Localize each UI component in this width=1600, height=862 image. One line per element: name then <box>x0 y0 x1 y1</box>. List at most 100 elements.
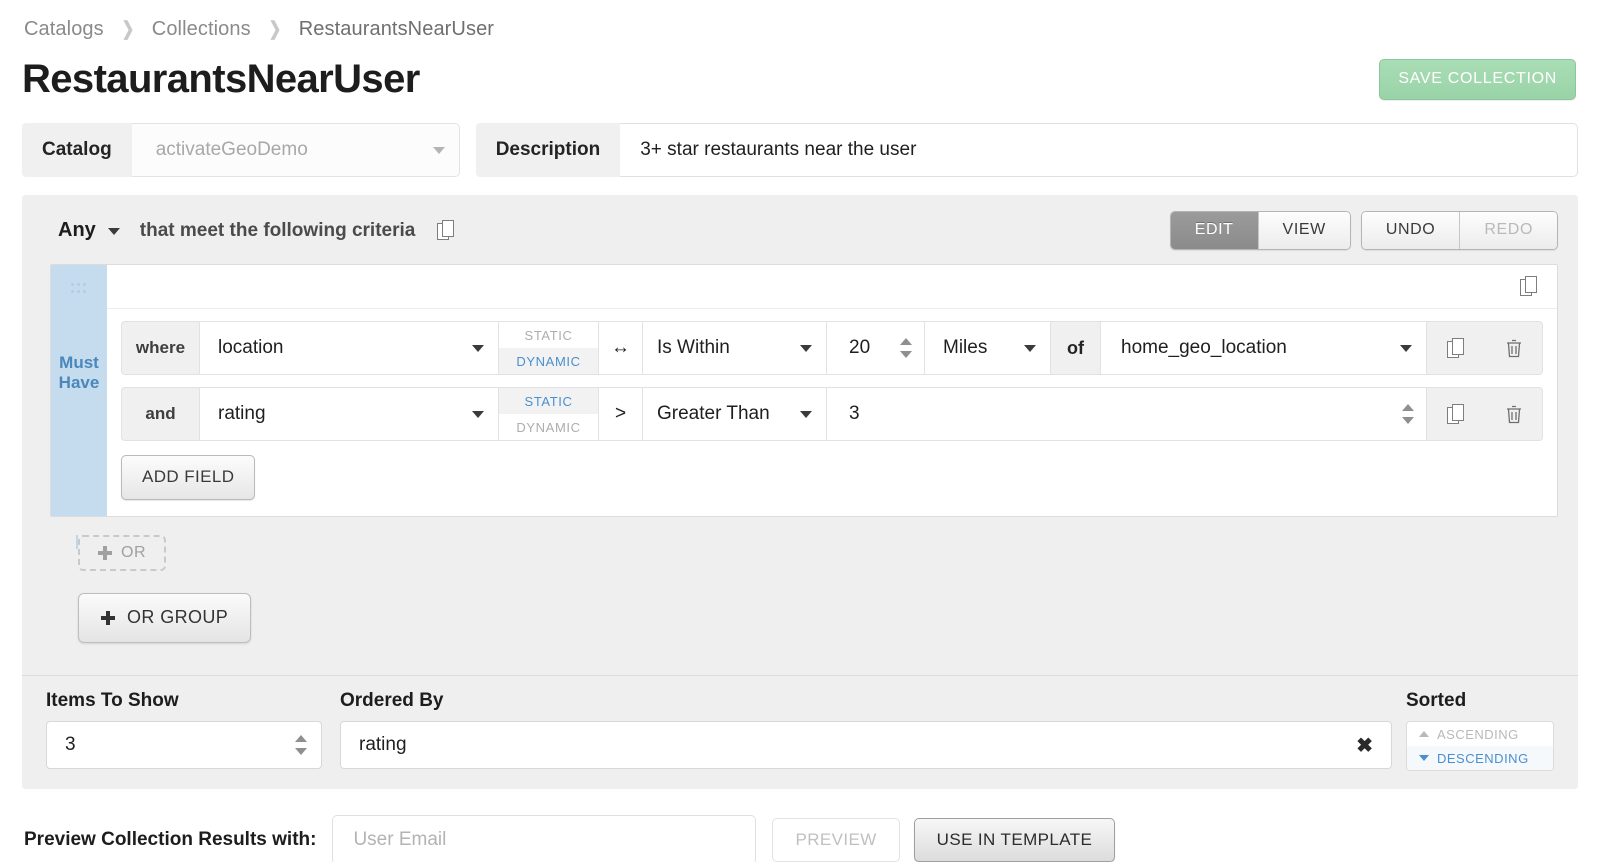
chevron-down-icon <box>472 344 484 352</box>
distance-number-input[interactable]: 20 <box>827 321 925 375</box>
sort-descending-option[interactable]: DESCENDING <box>1407 746 1553 770</box>
description-group: Description <box>475 123 1578 177</box>
must-have-label: Must Have <box>58 353 100 392</box>
condition-conjunction: where <box>121 321 199 375</box>
group-topbar <box>107 265 1557 309</box>
condition-field-value: location <box>218 337 284 358</box>
view-mode-button[interactable]: VIEW <box>1257 212 1350 249</box>
condition-operator-select[interactable]: Greater Than <box>643 387 827 441</box>
distance-unit-value: Miles <box>943 337 988 358</box>
user-email-input[interactable] <box>332 815 757 862</box>
chevron-down-icon[interactable] <box>107 228 120 235</box>
condition-row-actions <box>1427 321 1543 375</box>
ordered-by-input[interactable]: rating ✖ <box>340 721 1392 769</box>
plus-icon <box>101 610 115 625</box>
duplicate-group-icon[interactable] <box>1520 276 1539 297</box>
catalog-selected-value: activateGeoDemo <box>155 139 308 160</box>
sorted-group: Sorted ASCENDING DESCENDING <box>1406 690 1556 771</box>
triangle-down-icon <box>1419 755 1429 761</box>
number-stepper[interactable] <box>900 338 912 358</box>
dynamic-option[interactable]: DYNAMIC <box>499 414 598 440</box>
items-to-show-label: Items To Show <box>46 690 179 711</box>
add-or-condition-button[interactable]: OR <box>78 535 166 571</box>
rating-number-input[interactable]: 3 <box>827 387 1427 441</box>
condition-field-select[interactable]: location <box>199 321 499 375</box>
edit-mode-button[interactable]: EDIT <box>1170 212 1258 249</box>
ordered-by-value: rating <box>359 734 407 755</box>
sort-direction-toggle: ASCENDING DESCENDING <box>1406 721 1554 771</box>
undo-button[interactable]: UNDO <box>1361 212 1460 249</box>
condition-field-select[interactable]: rating <box>199 387 499 441</box>
sort-ascending-option[interactable]: ASCENDING <box>1407 722 1553 746</box>
metadata-bar: Catalog activateGeoDemo Description <box>22 123 1578 177</box>
duplicate-query-icon[interactable] <box>437 220 456 241</box>
or-connector-line <box>76 535 78 549</box>
builder-toolbar: EDIT VIEW UNDO REDO <box>1169 211 1558 250</box>
chevron-right-icon: ❯ <box>268 19 282 40</box>
condition-target-select[interactable]: home_geo_location <box>1101 321 1427 375</box>
sorted-label: Sorted <box>1406 690 1467 711</box>
edit-view-toggle: EDIT VIEW <box>1169 211 1351 250</box>
ordered-by-group: Ordered By rating ✖ <box>340 690 1392 769</box>
triangle-up-icon <box>1419 731 1429 737</box>
or-label: OR <box>121 544 146 561</box>
condition-field-value: rating <box>218 403 266 424</box>
chevron-down-icon <box>1024 344 1036 352</box>
catalog-select[interactable]: activateGeoDemo <box>131 123 460 177</box>
condition-row: and rating STATIC DYNAMIC > Greater Than <box>121 387 1543 441</box>
group-body: where location STATIC DYNAMIC ↔ Is Withi… <box>107 265 1557 516</box>
delete-condition-icon[interactable] <box>1505 338 1523 359</box>
static-dynamic-toggle: STATIC DYNAMIC <box>499 321 599 375</box>
save-collection-button[interactable]: SAVE COLLECTION <box>1379 58 1576 100</box>
distance-unit-select[interactable]: Miles <box>925 321 1051 375</box>
chevron-right-icon: ❯ <box>121 19 135 40</box>
of-label: of <box>1051 321 1101 375</box>
query-builder-panel: Any that meet the following criteria EDI… <box>22 195 1578 789</box>
match-mode-row: Any that meet the following criteria <box>58 219 456 242</box>
breadcrumb-item-collections[interactable]: Collections <box>152 18 251 41</box>
description-label: Description <box>475 123 621 177</box>
ordered-by-label: Ordered By <box>340 690 444 711</box>
items-to-show-group: Items To Show 3 <box>46 690 322 769</box>
items-to-show-input[interactable]: 3 <box>46 721 322 769</box>
catalog-label: Catalog <box>22 123 132 177</box>
items-stepper[interactable] <box>295 735 307 755</box>
drag-handle-icon[interactable] <box>71 283 87 294</box>
add-field-button[interactable]: ADD FIELD <box>121 455 256 500</box>
breadcrumb-item-current: RestaurantsNearUser <box>298 18 495 40</box>
history-toggle: UNDO REDO <box>1360 211 1558 250</box>
must-have-group: Must Have where location STATIC DYNAMIC … <box>50 264 1558 517</box>
preview-button: PREVIEW <box>772 818 900 862</box>
redo-button: REDO <box>1459 212 1557 249</box>
chevron-down-icon <box>472 410 484 418</box>
number-stepper[interactable] <box>1402 404 1414 424</box>
static-option[interactable]: STATIC <box>499 388 598 414</box>
plus-icon <box>98 546 112 560</box>
chevron-down-icon <box>800 344 812 352</box>
condition-operator-value: Greater Than <box>657 403 770 424</box>
must-have-column[interactable]: Must Have <box>51 265 107 516</box>
distance-value: 20 <box>849 337 871 358</box>
dynamic-option[interactable]: DYNAMIC <box>499 348 598 374</box>
duplicate-condition-icon[interactable] <box>1446 403 1466 425</box>
page-title: RestaurantsNearUser <box>22 57 420 101</box>
condition-operator-select[interactable]: Is Within <box>643 321 827 375</box>
clear-ordered-by-icon[interactable]: ✖ <box>1356 733 1373 758</box>
preview-strip: Preview Collection Results with: PREVIEW… <box>0 789 1600 862</box>
add-or-group-button[interactable]: OR GROUP <box>78 593 252 643</box>
static-option[interactable]: STATIC <box>499 322 598 348</box>
or-group-label: OR GROUP <box>127 607 229 627</box>
use-in-template-button[interactable]: USE IN TEMPLATE <box>913 818 1116 862</box>
title-row: RestaurantsNearUser SAVE COLLECTION <box>0 51 1600 107</box>
collection-settings: Items To Show 3 Ordered By rating ✖ Sort… <box>22 675 1578 789</box>
delete-condition-icon[interactable] <box>1505 404 1523 425</box>
condition-row-actions <box>1427 387 1543 441</box>
match-mode-value[interactable]: Any <box>58 219 96 242</box>
breadcrumb-item-catalogs[interactable]: Catalogs <box>24 18 104 41</box>
condition-operator-value: Is Within <box>657 337 730 358</box>
condition-group-area: Must Have where location STATIC DYNAMIC … <box>22 264 1578 521</box>
description-input[interactable] <box>620 123 1578 177</box>
catalog-group: Catalog activateGeoDemo <box>22 123 460 177</box>
condition-target-value: home_geo_location <box>1121 337 1287 358</box>
duplicate-condition-icon[interactable] <box>1446 337 1466 359</box>
